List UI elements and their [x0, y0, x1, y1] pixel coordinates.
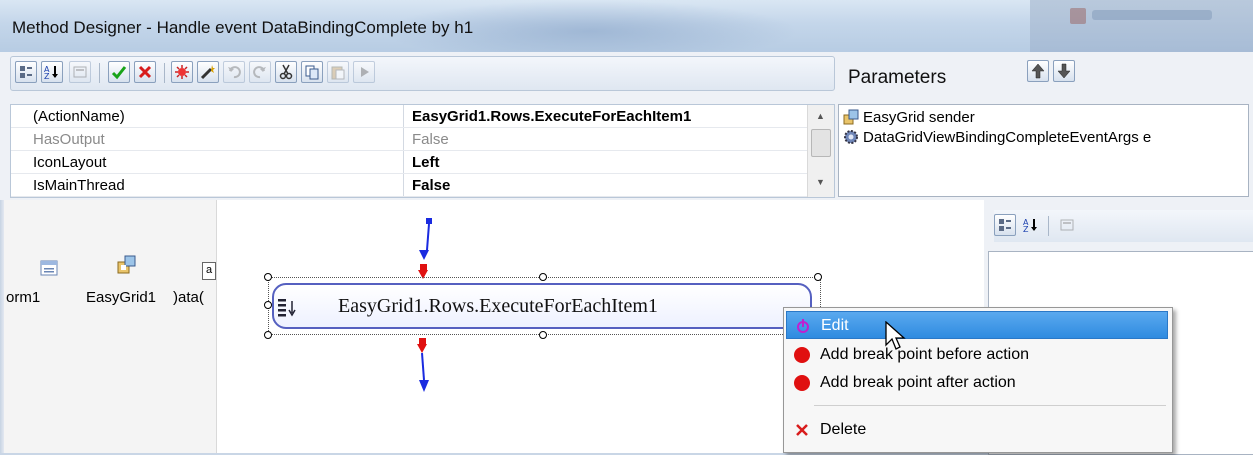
resize-handle[interactable] [264, 301, 272, 309]
menu-item-edit[interactable]: Edit [786, 311, 1168, 339]
context-menu: Edit Add break point before action Add b… [783, 307, 1173, 453]
property-value[interactable]: EasyGrid1.Rows.ExecuteForEachItem1 [412, 108, 691, 125]
component-label[interactable]: )ata( [173, 289, 204, 306]
property-value[interactable]: Left [412, 154, 440, 171]
mouse-cursor-icon [885, 321, 906, 350]
menu-item-label: Edit [821, 317, 849, 334]
scroll-up-icon[interactable]: ▲ [816, 111, 825, 121]
parameters-list: EasyGrid sender DataGridViewBindingCompl… [838, 104, 1249, 197]
ok-check-icon[interactable] [108, 61, 130, 83]
right-panel-toolbar: AZ [994, 210, 1253, 242]
copy-icon[interactable] [301, 61, 323, 83]
property-grid-scrollbar[interactable]: ▲ ▼ [807, 105, 834, 197]
component-icon [843, 109, 859, 125]
property-name: IsMainThread [33, 177, 125, 194]
parameter-label: DataGridViewBindingCompleteEventArgs e [863, 129, 1152, 146]
cancel-x-icon[interactable] [134, 61, 156, 83]
property-pages-icon[interactable] [69, 61, 91, 83]
property-grid: (ActionName) EasyGrid1.Rows.ExecuteForEa… [10, 104, 835, 198]
redo-icon[interactable] [249, 61, 271, 83]
component-tray [0, 200, 216, 453]
menu-item-break-before[interactable]: Add break point before action [786, 341, 1168, 369]
sort-az-icon[interactable]: AZ [41, 61, 63, 83]
svg-text:Z: Z [44, 72, 50, 80]
foreach-icon [274, 297, 300, 322]
menu-item-delete[interactable]: Delete [786, 416, 1168, 444]
resize-handle[interactable] [264, 331, 272, 339]
parameters-label: Parameters [848, 67, 947, 88]
property-pages-icon[interactable] [1056, 214, 1078, 236]
menu-item-label: Add break point before action [820, 346, 1030, 363]
parameter-item[interactable]: DataGridViewBindingCompleteEventArgs e [843, 129, 1151, 146]
scroll-thumb[interactable] [811, 129, 831, 157]
undo-icon[interactable] [223, 61, 245, 83]
categorized-icon[interactable] [15, 61, 37, 83]
debug-icon[interactable] [171, 61, 193, 83]
component-label[interactable]: orm1 [6, 289, 40, 306]
parameter-label: EasyGrid sender [863, 109, 975, 126]
window-title: Method Designer - Handle event DataBindi… [12, 18, 474, 37]
grid-icon[interactable] [117, 255, 136, 274]
menu-item-label: Add break point after action [820, 374, 1016, 391]
categorized-icon[interactable] [994, 214, 1016, 236]
property-value[interactable]: False [412, 131, 449, 148]
move-down-icon[interactable] [1053, 60, 1075, 82]
property-value[interactable]: False [412, 177, 450, 194]
property-name: IconLayout [33, 154, 107, 171]
scroll-down-icon[interactable]: ▼ [816, 177, 825, 187]
property-row[interactable]: (ActionName) EasyGrid1.Rows.ExecuteForEa… [11, 105, 807, 128]
sort-az-icon[interactable]: AZ [1020, 214, 1042, 236]
breakpoint-icon [794, 347, 810, 363]
component-label[interactable]: EasyGrid1 [86, 289, 156, 306]
resize-handle[interactable] [539, 331, 547, 339]
form-icon[interactable] [40, 259, 58, 277]
data-icon[interactable]: a [202, 262, 216, 280]
svg-text:Z: Z [1023, 225, 1029, 233]
move-up-icon[interactable] [1027, 60, 1049, 82]
property-row[interactable]: IconLayout Left [11, 151, 807, 174]
resize-handle[interactable] [539, 273, 547, 281]
paste-icon[interactable] [327, 61, 349, 83]
method-toolbar: AZ [10, 56, 835, 91]
resize-handle[interactable] [814, 273, 822, 281]
edit-icon [795, 318, 811, 334]
cut-icon[interactable] [275, 61, 297, 83]
property-name: HasOutput [33, 131, 105, 148]
action-label: EasyGrid1.Rows.ExecuteForEachItem1 [338, 295, 658, 317]
run-icon[interactable] [353, 61, 375, 83]
breakpoint-icon [794, 375, 810, 391]
parameter-item[interactable]: EasyGrid sender [843, 109, 975, 126]
connector-node [426, 218, 432, 224]
magic-wand-icon[interactable] [197, 61, 219, 83]
property-row[interactable]: HasOutput False [11, 128, 807, 151]
delete-x-icon [794, 422, 810, 438]
resize-handle[interactable] [264, 273, 272, 281]
property-row[interactable]: IsMainThread False [11, 174, 807, 197]
menu-item-label: Delete [820, 421, 867, 438]
gear-icon [843, 129, 859, 145]
property-name: (ActionName) [33, 108, 125, 125]
menu-separator [814, 405, 1166, 406]
menu-item-break-after[interactable]: Add break point after action [786, 369, 1168, 397]
